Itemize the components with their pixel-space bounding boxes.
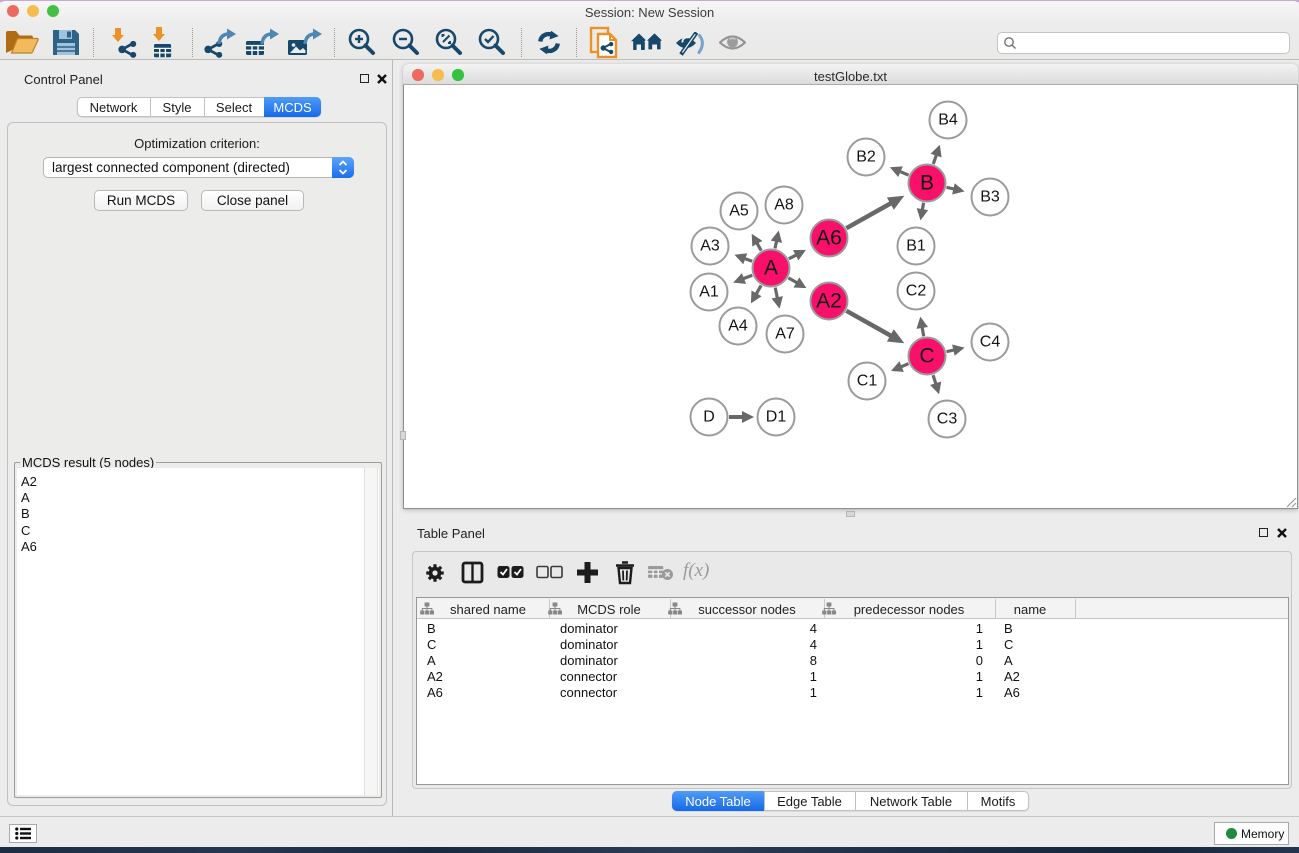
svg-text:A4: A4 <box>728 318 748 335</box>
svg-text:B1: B1 <box>906 238 926 255</box>
svg-text:A6: A6 <box>816 227 842 250</box>
svg-text:B4: B4 <box>938 112 958 129</box>
svg-text:D1: D1 <box>766 409 787 426</box>
svg-text:A2: A2 <box>816 290 842 313</box>
svg-text:A1: A1 <box>699 284 719 301</box>
svg-text:A7: A7 <box>775 326 795 343</box>
svg-text:D: D <box>703 409 715 426</box>
svg-text:A3: A3 <box>700 238 720 255</box>
svg-text:C: C <box>919 345 934 368</box>
svg-text:A: A <box>764 257 778 280</box>
svg-text:B2: B2 <box>856 149 876 166</box>
svg-text:C1: C1 <box>857 373 878 390</box>
svg-text:C3: C3 <box>937 411 958 428</box>
svg-text:C4: C4 <box>980 334 1001 351</box>
svg-text:B3: B3 <box>980 189 1000 206</box>
svg-text:B: B <box>920 172 934 195</box>
svg-text:A5: A5 <box>729 203 749 220</box>
svg-text:C2: C2 <box>906 283 927 300</box>
svg-text:A8: A8 <box>774 197 794 214</box>
